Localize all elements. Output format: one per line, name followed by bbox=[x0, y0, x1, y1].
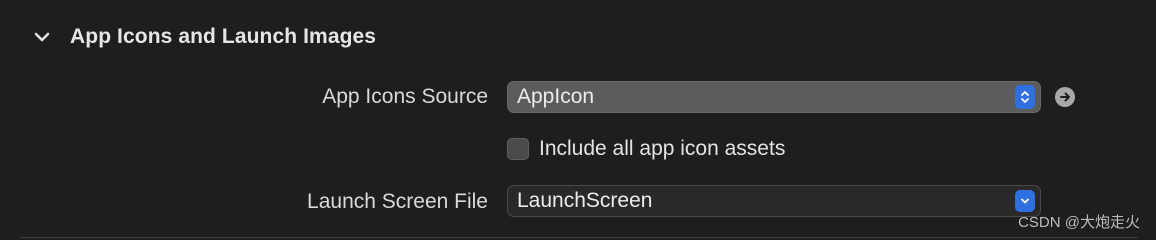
launch-screen-file-value[interactable]: LaunchScreen bbox=[508, 189, 1015, 213]
build-settings-pane: App Icons and Launch Images App Icons So… bbox=[0, 0, 1156, 240]
chevron-down-icon[interactable] bbox=[30, 25, 54, 49]
include-assets-checkbox[interactable] bbox=[507, 138, 529, 160]
launch-screen-file-label: Launch Screen File bbox=[307, 190, 488, 213]
up-down-stepper-icon[interactable] bbox=[1015, 85, 1035, 109]
app-icons-source-value: AppIcon bbox=[517, 85, 595, 108]
launch-screen-file-combobox[interactable]: LaunchScreen bbox=[507, 185, 1041, 217]
app-icons-source-label: App Icons Source bbox=[322, 85, 488, 108]
arrow-right-circle-icon[interactable] bbox=[1055, 87, 1075, 107]
section-divider bbox=[20, 237, 1138, 238]
include-assets-label: Include all app icon assets bbox=[539, 137, 786, 160]
watermark: CSDN @大炮走火 bbox=[1018, 214, 1140, 231]
section-header[interactable]: App Icons and Launch Images bbox=[30, 20, 376, 54]
include-all-app-icon-assets-checkbox-row[interactable]: Include all app icon assets bbox=[507, 136, 785, 162]
chevron-down-icon[interactable] bbox=[1015, 190, 1035, 212]
section-title: App Icons and Launch Images bbox=[70, 25, 377, 48]
app-icons-source-popup[interactable]: AppIcon bbox=[507, 81, 1041, 113]
